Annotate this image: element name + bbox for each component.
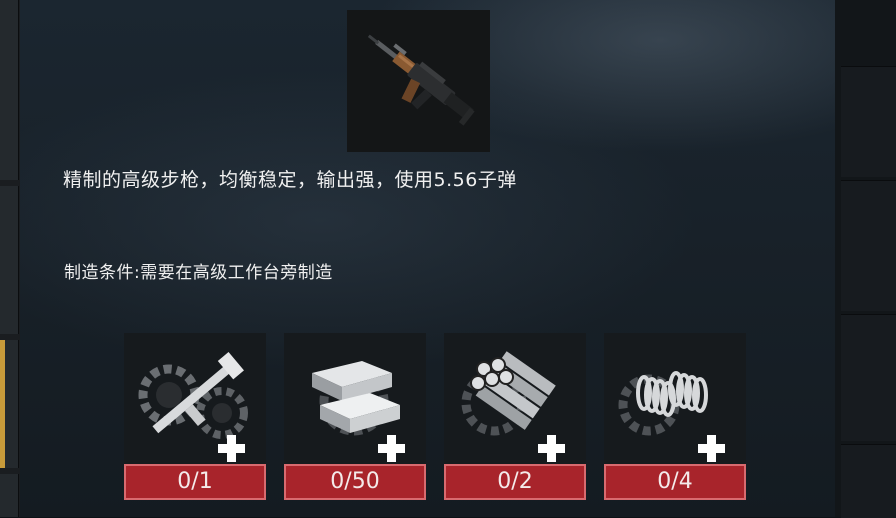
right-sidebar	[835, 0, 896, 518]
assault-rifle-icon	[347, 10, 490, 152]
sidebar-tab[interactable]	[0, 0, 19, 180]
crafting-condition: 制造条件:需要在高级工作台旁制造	[64, 263, 333, 283]
metal-ingot-icon	[284, 333, 426, 465]
item-description: 精制的高级步枪，均衡稳定，输出强，使用5.56子弹	[63, 169, 517, 191]
material-slot[interactable]: 0/4	[604, 333, 746, 501]
sidebar-slot[interactable]	[841, 180, 896, 311]
sidebar-tab[interactable]	[0, 474, 19, 517]
springs-icon	[604, 333, 746, 465]
sidebar-tab[interactable]	[0, 186, 19, 334]
material-slot[interactable]: 0/1	[124, 333, 266, 501]
material-count: 0/4	[604, 464, 746, 500]
material-count: 0/2	[444, 464, 586, 500]
material-slot[interactable]: 0/2	[444, 333, 586, 501]
left-sidebar	[0, 0, 20, 517]
material-count: 0/50	[284, 464, 426, 500]
sidebar-slot[interactable]	[841, 314, 896, 441]
steel-pipes-icon	[444, 333, 586, 465]
material-count: 0/1	[124, 464, 266, 500]
sidebar-slot[interactable]	[841, 444, 896, 518]
rifle-parts-icon	[124, 333, 266, 465]
sidebar-slot[interactable]	[841, 66, 896, 177]
material-slot[interactable]: 0/50	[284, 333, 426, 501]
active-tab-indicator	[0, 340, 5, 468]
